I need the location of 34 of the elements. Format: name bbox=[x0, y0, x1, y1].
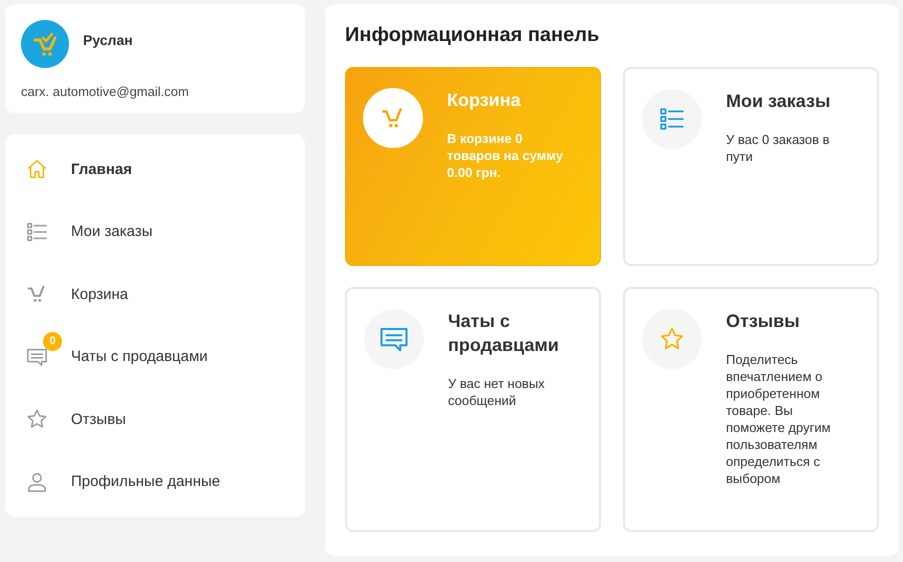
avatar-logo bbox=[21, 20, 69, 68]
dashboard-title: Информационная панель bbox=[345, 24, 600, 47]
nav-label: Мои заказы bbox=[71, 223, 152, 240]
card-text: В корзине 0 товаров на сумму 0.00 грн. bbox=[447, 130, 564, 181]
nav-label: Главная bbox=[71, 160, 132, 178]
user-email: carx. automotive@gmail.com bbox=[21, 84, 190, 99]
nav-item[interactable]: Мои заказы bbox=[5, 200, 305, 263]
star-icon bbox=[659, 326, 685, 352]
nav-item[interactable]: Профильные данные bbox=[5, 450, 305, 513]
card-text: Поделитесь впечатлением о приобретенном товаре. Вы поможете другим пользователям определиться с выбором bbox=[726, 351, 832, 487]
dashboard-card[interactable]: Чаты с продавцами У вас нет новых сообщений bbox=[345, 287, 601, 532]
card-text: У вас нет новых сообщений bbox=[448, 375, 546, 409]
card-text: У вас 0 заказов в пути bbox=[726, 131, 831, 165]
user-name: Руслан bbox=[83, 32, 133, 48]
nav-label: Профильные данные bbox=[71, 473, 220, 490]
star-icon bbox=[26, 408, 48, 430]
list-icon bbox=[659, 106, 685, 132]
user-icon bbox=[26, 470, 48, 493]
nav-label: Корзина bbox=[71, 286, 128, 303]
nav-label: Чаты с продавцами bbox=[71, 348, 208, 366]
list-icon bbox=[26, 220, 48, 243]
card-title: Чаты с продавцами bbox=[448, 310, 560, 357]
nav-item[interactable]: Отзывы bbox=[5, 388, 305, 450]
home-icon bbox=[26, 158, 48, 180]
nav-item[interactable]: 0 Чаты с продавцами bbox=[5, 326, 305, 388]
nav-label: Отзывы bbox=[71, 410, 126, 428]
nav-item[interactable]: Корзина bbox=[5, 263, 305, 326]
card-title: Мои заказы bbox=[726, 90, 832, 113]
card-title: Корзина bbox=[447, 89, 522, 112]
dashboard-card[interactable]: Мои заказы У вас 0 заказов в пути bbox=[623, 67, 879, 266]
nav-item[interactable]: Главная bbox=[5, 138, 305, 200]
card-title: Отзывы bbox=[726, 310, 801, 333]
dashboard-card[interactable]: Отзывы Поделитесь впечатлением о приобретенном товаре. Вы поможете другим пользователям определиться с выбором bbox=[623, 287, 879, 532]
count-badge: 0 bbox=[43, 332, 62, 351]
